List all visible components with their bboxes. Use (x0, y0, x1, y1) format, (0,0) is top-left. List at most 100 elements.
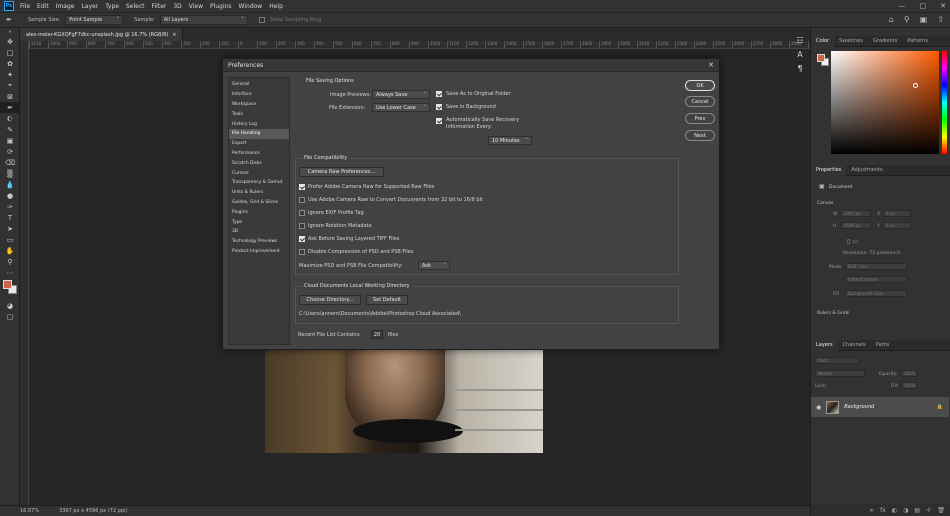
menu-image[interactable]: Image (56, 3, 75, 10)
category-file-handling[interactable]: File Handling (229, 128, 289, 139)
document-info[interactable]: 3367 px x 4596 px (72 ppi) (59, 508, 127, 514)
ignore-exif-checkbox[interactable] (299, 210, 305, 216)
fx-icon[interactable]: fx (880, 507, 886, 514)
menu-view[interactable]: View (189, 3, 203, 10)
zoom-tool-icon[interactable]: ⚲ (0, 256, 20, 267)
mode-select[interactable]: RGB Color (845, 263, 907, 270)
fill-select[interactable]: Background Color (845, 290, 907, 297)
width-field[interactable]: 3367 px (841, 210, 871, 217)
quick-mask-icon[interactable]: ◕ (0, 300, 20, 311)
type-tool-icon[interactable]: T (0, 212, 20, 223)
home-icon[interactable]: ⌂ (889, 15, 894, 24)
healing-brush-icon[interactable]: ☪ (0, 113, 20, 124)
category-general[interactable]: General (229, 80, 289, 90)
eyedropper-tool-icon[interactable]: ✒ (0, 102, 20, 113)
adjustment-icon[interactable]: ◑ (903, 507, 908, 514)
camera-raw-preferences-button[interactable]: Camera Raw Preferences... (299, 167, 384, 177)
marquee-tool-icon[interactable]: □ (0, 47, 20, 58)
ask-tiff-checkbox[interactable] (299, 236, 305, 242)
ok-button[interactable]: OK (685, 80, 715, 91)
acr-convert-checkbox[interactable] (299, 197, 305, 203)
maximize-icon[interactable]: □ (920, 2, 927, 10)
menu-select[interactable]: Select (126, 3, 145, 10)
color-picker-cursor[interactable] (913, 83, 918, 88)
category-export[interactable]: Export (229, 139, 289, 149)
auto-save-checkbox[interactable] (436, 118, 442, 124)
tab-properties[interactable]: Properties (811, 164, 847, 176)
category-technology-previews[interactable]: Technology Previews (229, 237, 289, 247)
hue-slider[interactable] (942, 51, 947, 154)
category-type[interactable]: Type (229, 217, 289, 227)
path-select-icon[interactable]: ➤ (0, 223, 20, 234)
color-picker-field[interactable] (831, 51, 939, 154)
hand-tool-icon[interactable]: ✋ (0, 245, 20, 256)
set-default-button[interactable]: Set Default (366, 295, 408, 305)
blur-tool-icon[interactable]: 💧 (0, 179, 20, 190)
close-icon[interactable]: ✕ (708, 61, 714, 69)
opacity-field[interactable]: 100% (901, 370, 917, 377)
gradient-tool-icon[interactable]: ▒ (0, 168, 20, 179)
file-extension-select[interactable]: Use Lower Case ˅ (372, 103, 430, 112)
category-workspace[interactable]: Workspace (229, 100, 289, 110)
more-tools-icon[interactable]: ⋯ (0, 267, 20, 278)
eye-icon[interactable]: ◉ (816, 404, 821, 411)
x-field[interactable]: 0 px (883, 210, 911, 217)
history-panel-icon[interactable]: ☷ (796, 36, 803, 45)
ignore-rotation-checkbox[interactable] (299, 223, 305, 229)
character-panel-icon[interactable]: A (797, 50, 802, 59)
foreground-color-swatch[interactable] (3, 280, 12, 289)
menu-edit[interactable]: Edit (37, 3, 49, 10)
height-field[interactable]: 4596 px (841, 222, 871, 229)
share-icon[interactable]: ⇧ (937, 15, 944, 24)
minimize-icon[interactable]: — (899, 2, 906, 10)
link-icon[interactable]: ∞ (869, 507, 874, 514)
close-window-icon[interactable]: ✕ (940, 2, 946, 10)
history-brush-icon[interactable]: ⟳ (0, 146, 20, 157)
dodge-tool-icon[interactable]: ● (0, 190, 20, 201)
category-cursors[interactable]: Cursors (229, 168, 289, 178)
paragraph-panel-icon[interactable]: ¶ (797, 64, 802, 73)
tab-channels[interactable]: Channels (838, 340, 871, 351)
layer-row-background[interactable]: ◉ Background 🔒 (811, 397, 949, 417)
blend-mode-select[interactable]: Normal (815, 370, 865, 377)
menu-type[interactable]: Type (105, 3, 119, 10)
tab-gradients[interactable]: Gradients (868, 36, 902, 47)
eyedropper-tool-icon[interactable]: ✒ (6, 16, 12, 24)
category-tools[interactable]: Tools (229, 109, 289, 119)
tab-paths[interactable]: Paths (871, 340, 895, 351)
menu-file[interactable]: File (20, 3, 30, 10)
brush-tool-icon[interactable]: ✎ (0, 124, 20, 135)
prefer-acr-checkbox[interactable] (299, 184, 305, 190)
save-as-original-checkbox[interactable] (436, 91, 442, 97)
tab-patterns[interactable]: Patterns (902, 36, 933, 47)
sample-select[interactable]: All Layers ˅ (159, 15, 248, 25)
maximize-compat-select[interactable]: Ask ˅ (418, 261, 450, 270)
rulers-section-title[interactable]: Rulers & Grids (817, 311, 849, 316)
canvas-section-title[interactable]: Canvas (817, 201, 834, 206)
menu-filter[interactable]: Filter (152, 3, 167, 10)
workspace-icon[interactable]: ▣ (920, 15, 928, 24)
sampling-ring-checkbox[interactable] (258, 17, 265, 23)
category-scratch-disks[interactable]: Scratch Disks (229, 158, 289, 168)
foreground-color-chip[interactable] (817, 54, 825, 62)
image-previews-select[interactable]: Always Save ˅ (372, 90, 430, 99)
cancel-button[interactable]: Cancel (685, 96, 715, 107)
move-tool-icon[interactable]: ✥ (0, 36, 20, 47)
menu-3d[interactable]: 3D (173, 3, 181, 10)
category-plugins[interactable]: Plugins (229, 207, 289, 217)
pen-tool-icon[interactable]: ✑ (0, 201, 20, 212)
document-tab[interactable]: alex-meier-KGXQFgF7dkc-unsplash.jpg @ 16… (20, 28, 184, 41)
new-layer-icon[interactable]: ☩ (926, 507, 931, 514)
eraser-tool-icon[interactable]: ⌫ (0, 157, 20, 168)
recent-files-input[interactable]: 20 (371, 330, 383, 339)
category-performance[interactable]: Performance (229, 149, 289, 159)
category-history-log[interactable]: History Log (229, 119, 289, 129)
tab-layers[interactable]: Layers (811, 339, 838, 351)
quick-select-tool-icon[interactable]: ✦ (0, 69, 20, 80)
screen-mode-icon[interactable]: ▢ (0, 311, 20, 322)
color-swatches[interactable] (0, 278, 20, 300)
lasso-tool-icon[interactable]: ✿ (0, 58, 20, 69)
crop-tool-icon[interactable]: ⌖ (0, 80, 20, 91)
next-button[interactable]: Next (685, 130, 715, 141)
prev-button[interactable]: Prev (685, 113, 715, 124)
